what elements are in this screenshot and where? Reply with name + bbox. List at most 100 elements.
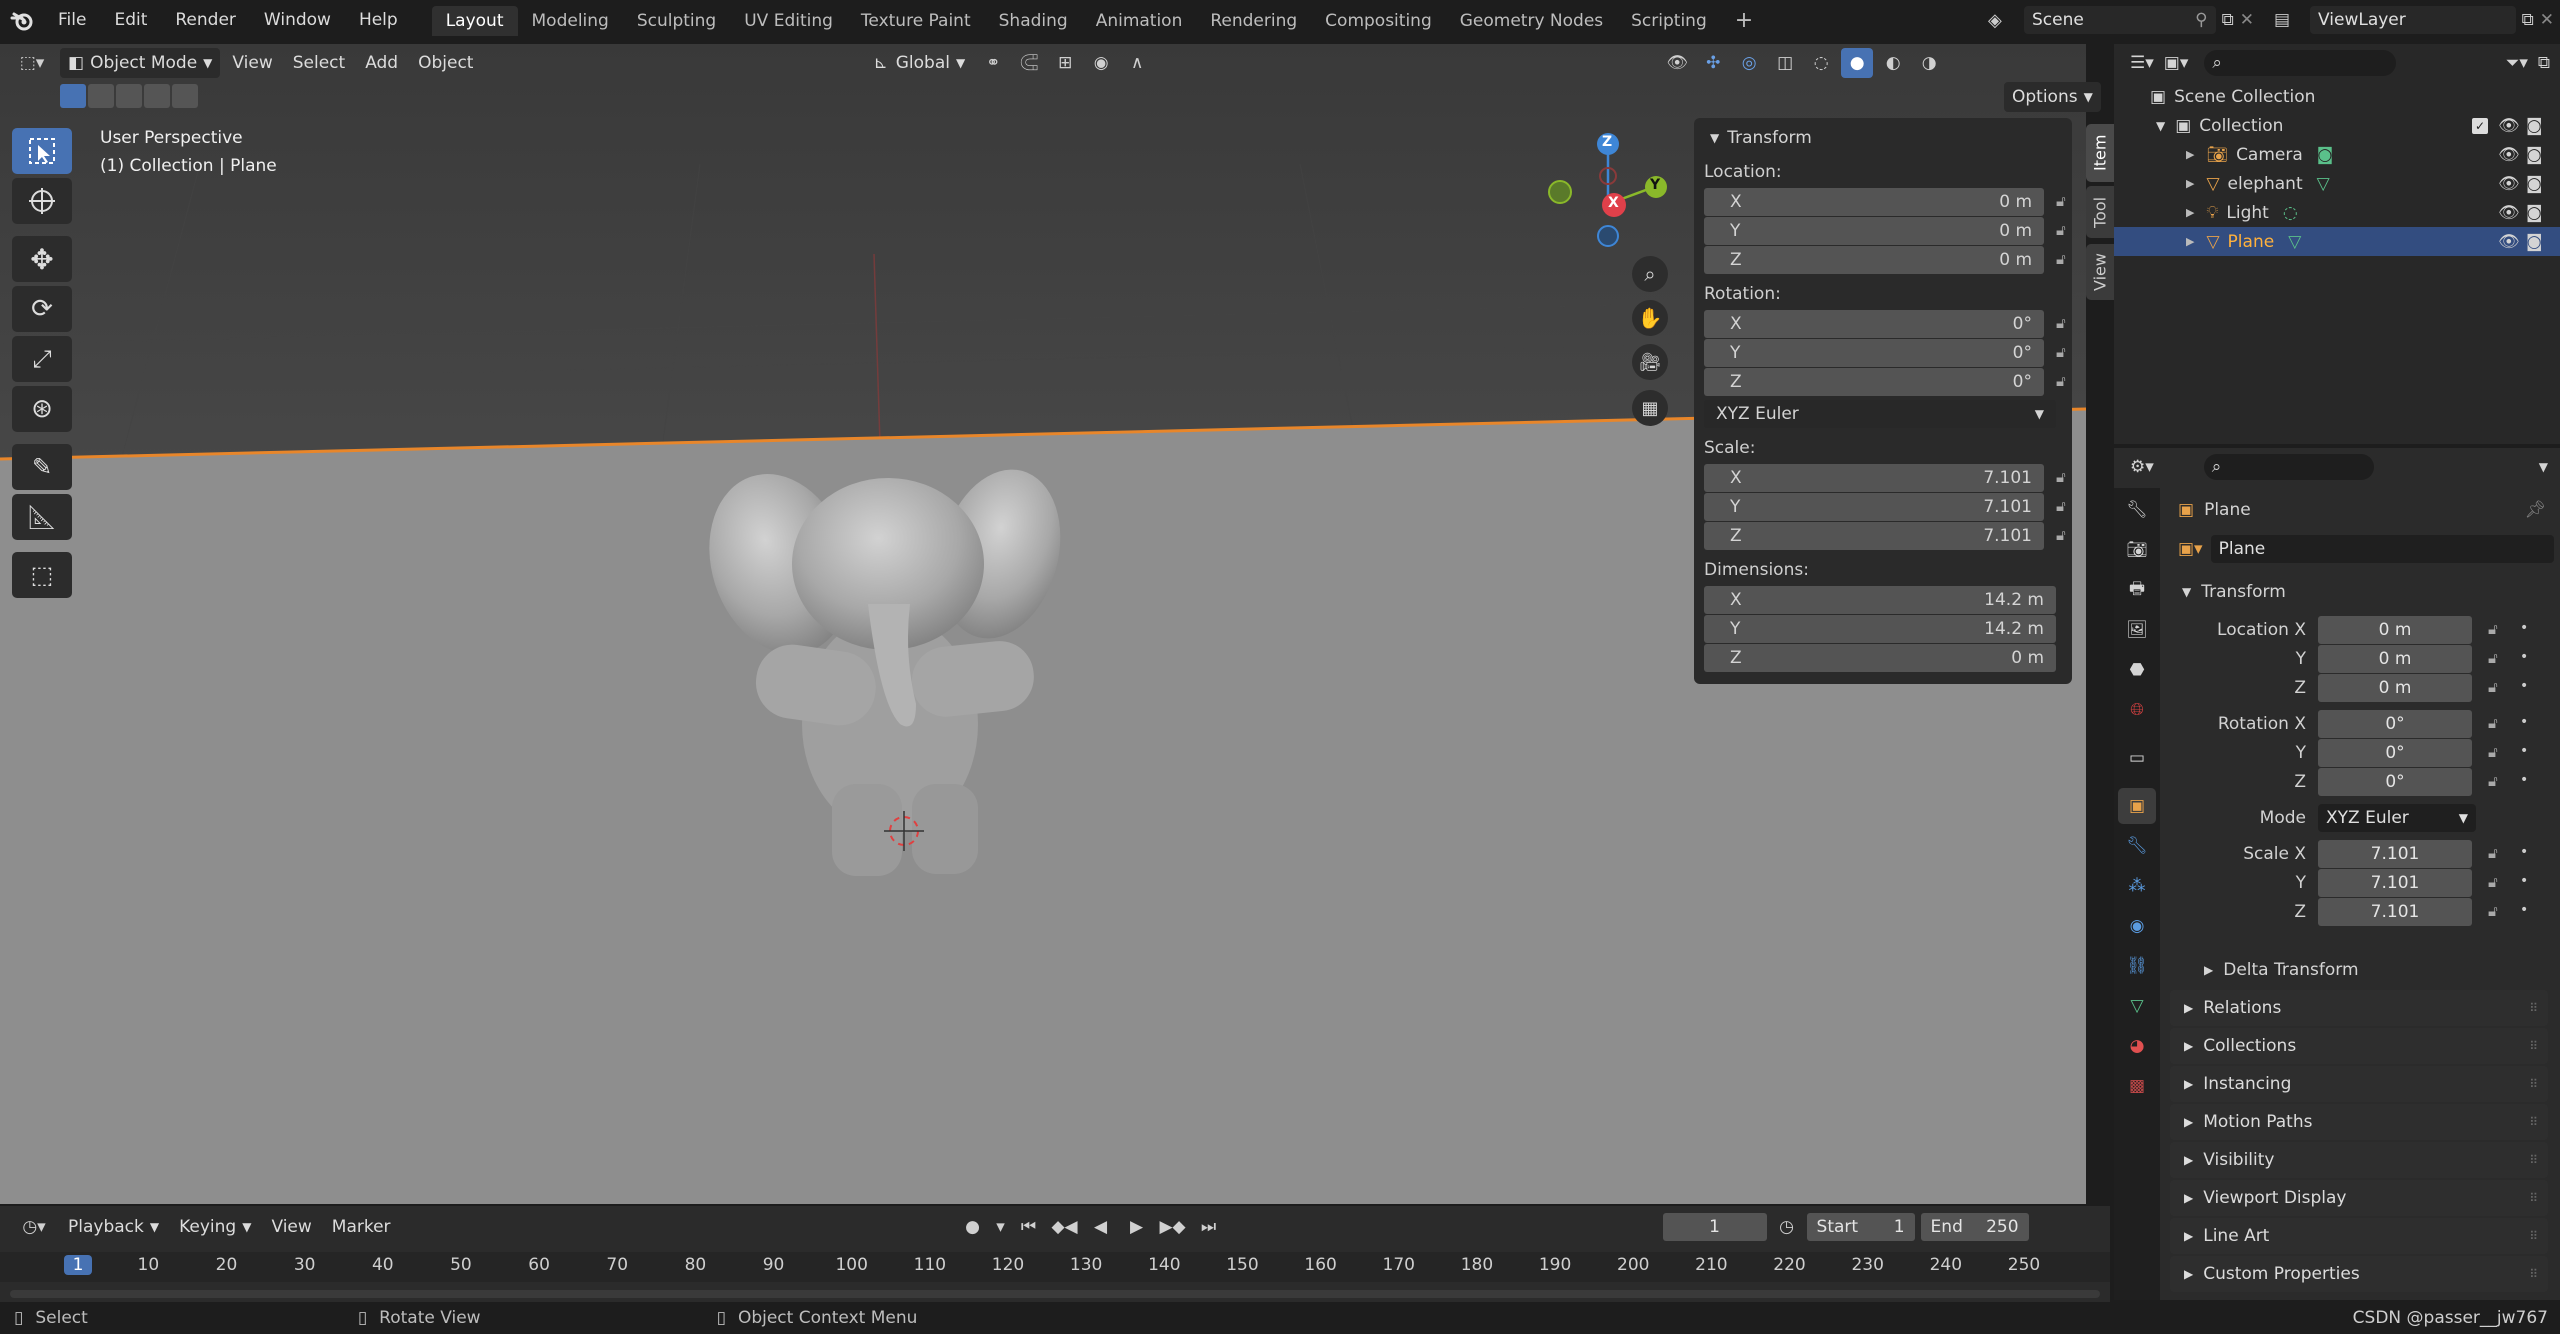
scale-x-field[interactable]: X 7.101 🔓︎: [1704, 464, 2066, 492]
camera-render-icon[interactable]: ◙: [2526, 174, 2543, 194]
new-collection-icon[interactable]: ⧉: [2538, 53, 2550, 73]
tool-tab-icon[interactable]: 🔧︎: [2118, 492, 2156, 528]
perspective-toggle-icon[interactable]: ▦: [1632, 390, 1668, 426]
lock-icon[interactable]: 🔓︎: [2488, 844, 2498, 862]
object-visibility-icon[interactable]: 👁︎: [1661, 48, 1693, 78]
scene-collection-row[interactable]: ▣ Scene Collection: [2114, 82, 2560, 111]
scene-tab-icon[interactable]: ⬣: [2118, 652, 2156, 688]
lock-icon[interactable]: 🔓︎: [2056, 192, 2066, 210]
camera-view-icon[interactable]: 🎥︎: [1632, 344, 1668, 380]
chevron-down-icon[interactable]: ▼: [1710, 131, 1719, 145]
drag-handle-icon[interactable]: ⠿: [2529, 1039, 2538, 1053]
pivot-point-icon[interactable]: ⚭: [977, 48, 1009, 78]
tab-geometry-nodes[interactable]: Geometry Nodes: [1446, 6, 1617, 36]
lock-icon[interactable]: 🔓︎: [2488, 649, 2498, 667]
outliner-item-light[interactable]: ▶ 💡︎ Light ◌ 👁︎ ◙: [2114, 198, 2560, 227]
menu-add[interactable]: Add: [357, 48, 406, 78]
tab-compositing[interactable]: Compositing: [1311, 6, 1446, 36]
drag-handle-icon[interactable]: ⠿: [2529, 1267, 2538, 1281]
menu-keying[interactable]: Keying ▼: [171, 1212, 259, 1242]
next-keyframe-icon[interactable]: ▶◆: [1157, 1212, 1189, 1242]
frame-ruler[interactable]: 1 10 20 30 40 50 60 70 80 90 100 110 120 130 140 150 160…: [0, 1252, 2110, 1282]
location-z-field[interactable]: Z 0 m 🔓︎: [1704, 246, 2066, 274]
drag-handle-icon[interactable]: ⠿: [2529, 1191, 2538, 1205]
lock-icon[interactable]: 🔓︎: [2056, 221, 2066, 239]
material-tab-icon[interactable]: ◕: [2118, 1028, 2156, 1064]
physics-tab-icon[interactable]: ◉: [2118, 908, 2156, 944]
jump-end-icon[interactable]: ⏭: [1193, 1212, 1225, 1242]
object-data-icon[interactable]: ▽: [2317, 174, 2330, 194]
section-viewport-display[interactable]: ▶ Viewport Display ⠿: [2170, 1180, 2548, 1216]
scale-z-field[interactable]: 7.101: [2318, 898, 2472, 926]
tab-animation[interactable]: Animation: [1082, 6, 1197, 36]
lock-icon[interactable]: 🔓︎: [2488, 620, 2498, 638]
rotation-mode-dropdown[interactable]: XYZ Euler ▼: [2318, 804, 2476, 832]
falloff-icon[interactable]: ∧: [1121, 48, 1153, 78]
select-invert-icon[interactable]: [144, 84, 170, 108]
expand-icon[interactable]: ▶: [2186, 148, 2194, 161]
outliner-editor-icon[interactable]: ☰▾: [2130, 53, 2154, 73]
menu-object[interactable]: Object: [410, 48, 481, 78]
collection-tab-icon[interactable]: ▭: [2118, 740, 2156, 776]
properties-editor-icon[interactable]: ⚙▾: [2130, 457, 2154, 477]
scene-selector[interactable]: ◈ Scene ⚲ ⧉ ✕: [1988, 4, 2254, 36]
editor-type-icon[interactable]: ⬚▾: [8, 48, 56, 78]
drag-handle-icon[interactable]: ⠿: [2529, 1153, 2538, 1167]
object-data-dropdown-icon[interactable]: ▣▾: [2178, 539, 2203, 559]
tab-uv-editing[interactable]: UV Editing: [730, 6, 847, 36]
dimension-y-field[interactable]: Y 14.2 m: [1704, 615, 2056, 643]
tab-modeling[interactable]: Modeling: [518, 6, 623, 36]
scale-y-field[interactable]: Y 7.101 🔓︎: [1704, 493, 2066, 521]
rendered-shading-icon[interactable]: ◑: [1913, 48, 1945, 78]
pin-icon[interactable]: 📌︎: [2524, 500, 2546, 520]
exclude-checkbox[interactable]: ✓: [2472, 117, 2488, 134]
material-shading-icon[interactable]: ◐: [1877, 48, 1909, 78]
camera-render-icon[interactable]: ◙: [2526, 203, 2543, 223]
render-tab-icon[interactable]: 📷︎: [2118, 532, 2156, 568]
location-x-field[interactable]: X 0 m 🔓︎: [1704, 188, 2066, 216]
add-cube-tool-icon[interactable]: ⬚: [12, 552, 72, 598]
rotation-z-field[interactable]: 0°: [2318, 768, 2472, 796]
keyframe-dot-icon[interactable]: •: [2520, 714, 2528, 730]
delete-scene-icon[interactable]: ✕: [2240, 10, 2254, 30]
timeline-editor-icon[interactable]: ◷▾: [12, 1212, 56, 1242]
lock-icon[interactable]: 🔓︎: [2488, 714, 2498, 732]
eye-icon[interactable]: 👁︎: [2498, 174, 2520, 194]
menu-render[interactable]: Render: [161, 0, 250, 41]
scale-x-field[interactable]: 7.101: [2318, 840, 2472, 868]
menu-help[interactable]: Help: [345, 0, 412, 41]
drag-handle-icon[interactable]: ⠿: [2529, 1229, 2538, 1243]
snap-target-icon[interactable]: ⊞: [1049, 48, 1081, 78]
display-mode-icon[interactable]: ▣▾: [2164, 53, 2189, 73]
constraints-tab-icon[interactable]: ⛓︎: [2118, 948, 2156, 984]
section-motion-paths[interactable]: ▶ Motion Paths ⠿: [2170, 1104, 2548, 1140]
transform-tool-icon[interactable]: ⊛: [12, 386, 72, 432]
keyframe-dot-icon[interactable]: •: [2520, 620, 2528, 636]
snap-icon[interactable]: 🧲︎: [1013, 48, 1045, 78]
chevron-down-icon[interactable]: ▼: [2182, 585, 2191, 599]
object-data-icon[interactable]: ◙: [2317, 145, 2334, 165]
filter-icon[interactable]: ⏷▾: [2506, 53, 2528, 73]
delete-view-layer-icon[interactable]: ✕: [2540, 10, 2554, 30]
particles-tab-icon[interactable]: ⁂: [2118, 868, 2156, 904]
location-x-field[interactable]: 0 m: [2318, 616, 2472, 644]
camera-render-icon[interactable]: ◙: [2526, 116, 2543, 136]
tab-scripting[interactable]: Scripting: [1617, 6, 1721, 36]
annotate-tool-icon[interactable]: ✎: [12, 444, 72, 490]
menu-timeline-view[interactable]: View: [263, 1212, 319, 1242]
properties-search-input[interactable]: ⌕: [2203, 454, 2374, 480]
section-line-art[interactable]: ▶ Line Art ⠿: [2170, 1218, 2548, 1254]
menu-select[interactable]: Select: [285, 48, 353, 78]
object-data-icon[interactable]: ▽: [2288, 232, 2301, 252]
rotation-y-field[interactable]: 0°: [2318, 739, 2472, 767]
drag-handle-icon[interactable]: ⠿: [2529, 1115, 2538, 1129]
rotation-mode-dropdown[interactable]: XYZ Euler ▼: [1704, 400, 2056, 428]
menu-file[interactable]: File: [44, 0, 100, 41]
current-frame-indicator[interactable]: 1: [64, 1255, 92, 1275]
expand-icon[interactable]: ▶: [2186, 206, 2194, 219]
object-tab-icon[interactable]: ▣: [2118, 788, 2156, 824]
menu-window[interactable]: Window: [250, 0, 345, 41]
scale-z-field[interactable]: Z 7.101 🔓︎: [1704, 522, 2066, 550]
eye-icon[interactable]: 👁︎: [2498, 116, 2520, 136]
drag-handle-icon[interactable]: ⠿: [2529, 1001, 2538, 1015]
